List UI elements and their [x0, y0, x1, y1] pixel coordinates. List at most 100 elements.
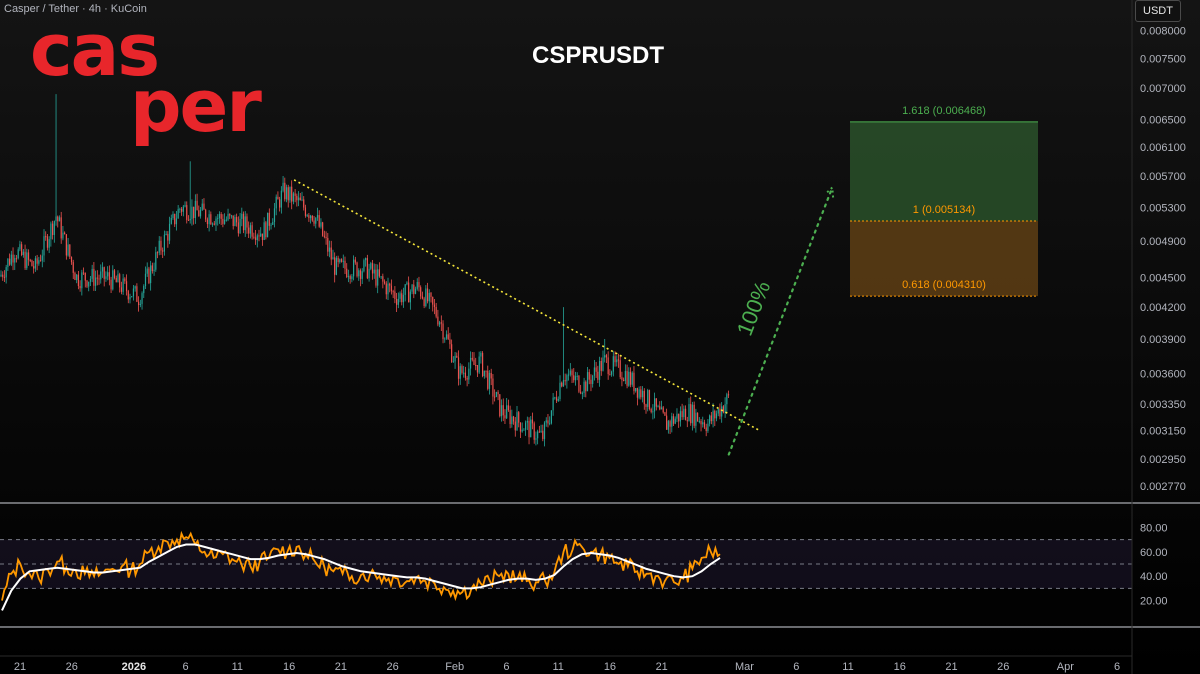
candle-body	[359, 270, 362, 279]
candle-body	[76, 274, 78, 281]
price-tick-label: 0.005300	[1140, 202, 1186, 214]
candle-body	[81, 272, 83, 289]
time-tick-label: 6	[1114, 661, 1120, 673]
currency-badge[interactable]: USDT	[1135, 0, 1181, 22]
candle-body	[270, 224, 272, 226]
candle-body	[242, 213, 245, 231]
candle-body	[289, 186, 291, 201]
candle-body	[724, 404, 726, 413]
candle-body	[550, 410, 552, 424]
candle-body	[645, 404, 647, 407]
candle-body	[428, 292, 430, 302]
time-tick-label: 21	[656, 661, 668, 673]
casper-logo: cas per	[30, 14, 262, 142]
candle-body	[679, 411, 681, 422]
candle-body	[237, 222, 239, 234]
chart-title: CSPRUSDT	[531, 42, 664, 69]
candle-body	[399, 293, 401, 299]
candle-body	[461, 366, 463, 373]
fib-label-0618: 0.618 (0.004310)	[902, 279, 986, 291]
candle-body	[583, 381, 585, 393]
candle-body	[471, 357, 473, 360]
candle-body	[459, 366, 461, 379]
candle-body	[447, 334, 449, 340]
candle-body	[122, 278, 124, 292]
candle-body	[65, 234, 67, 256]
candle-body	[146, 268, 148, 274]
candle-body	[211, 223, 214, 225]
candle-body	[82, 272, 85, 274]
candle-body	[285, 187, 288, 200]
candle-body	[69, 244, 71, 257]
candle-body	[709, 415, 711, 424]
candle-body	[555, 397, 558, 401]
candle-body	[370, 263, 372, 269]
candle-body	[421, 296, 423, 299]
candle-body	[39, 260, 42, 262]
candle-body	[445, 334, 448, 339]
candle-body	[727, 394, 730, 396]
candle-body	[586, 372, 589, 392]
candle-body	[291, 186, 293, 202]
candle-body	[500, 405, 503, 417]
time-tick-label: Feb	[445, 661, 464, 673]
candle-body	[469, 357, 472, 369]
candle-body	[702, 422, 704, 425]
candle-body	[698, 420, 700, 422]
candle-body	[452, 361, 454, 363]
candle-body	[593, 367, 595, 376]
candle-body	[674, 418, 676, 424]
candle-body	[191, 206, 193, 219]
candle-body	[139, 303, 141, 305]
candle-body	[347, 276, 350, 278]
candle-body	[160, 240, 162, 251]
candle-body	[284, 182, 286, 200]
candle-body	[230, 215, 233, 217]
price-tick-label: 0.004900	[1140, 236, 1186, 248]
candle-body	[172, 213, 174, 219]
candle-body	[57, 216, 59, 222]
candle-body	[112, 270, 114, 290]
candle-body	[335, 257, 337, 275]
candle-body	[672, 416, 675, 424]
candle-body	[617, 359, 620, 361]
candle-body	[566, 375, 568, 382]
candle-body	[408, 282, 410, 303]
candle-body	[535, 438, 537, 440]
candle-body	[74, 272, 76, 281]
candle-body	[707, 423, 709, 432]
candle-body	[129, 296, 131, 300]
candle-body	[543, 422, 546, 440]
candle-body	[437, 316, 439, 325]
candle-body	[557, 399, 559, 401]
candle-body	[318, 215, 320, 227]
candle-body	[323, 235, 325, 237]
candle-body	[29, 259, 31, 261]
price-tick-label: 0.006100	[1140, 142, 1186, 154]
price-tick-label: 0.006500	[1140, 115, 1186, 127]
candle-body	[719, 408, 721, 417]
candle-body	[629, 371, 632, 385]
candle-body	[533, 423, 535, 440]
candle-body	[332, 257, 334, 260]
candle-body	[616, 359, 618, 363]
time-tick-label: Mar	[735, 661, 754, 673]
candle-body	[134, 286, 136, 289]
candle-body	[84, 272, 86, 281]
candle-body	[361, 271, 363, 279]
candle-body	[201, 203, 203, 210]
candle-body	[184, 205, 186, 207]
price-tick-label: 0.003150	[1140, 426, 1186, 438]
candle-body	[19, 244, 21, 250]
candle-body	[310, 215, 312, 219]
candle-body	[640, 389, 642, 398]
candle-body	[512, 416, 515, 422]
candle-body	[254, 237, 257, 241]
candle-body	[89, 278, 92, 282]
candle-body	[678, 413, 680, 422]
candle-body	[150, 265, 152, 284]
price-tick-label: 0.003350	[1140, 399, 1186, 411]
candle-body	[88, 281, 90, 287]
candle-body	[401, 293, 403, 303]
candle-body	[655, 398, 657, 407]
